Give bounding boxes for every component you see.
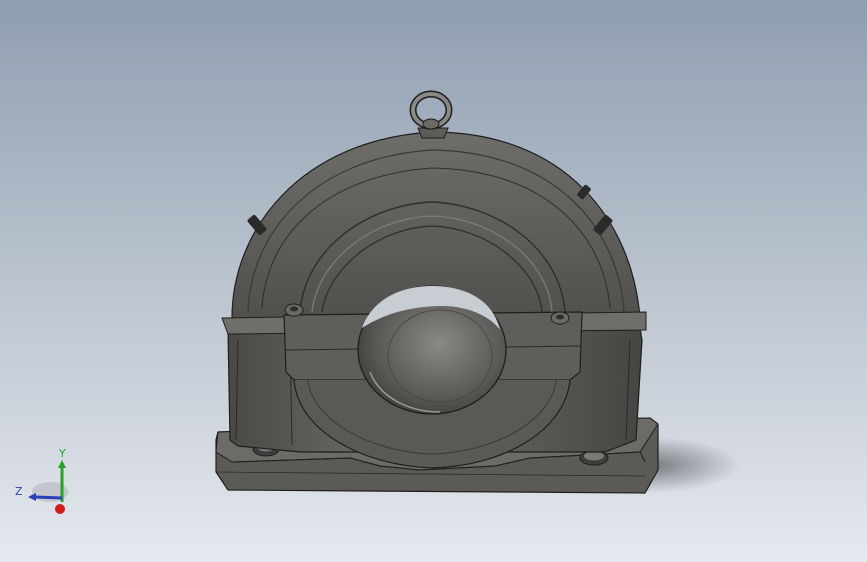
3d-viewport[interactable]: Y Z bbox=[0, 0, 867, 562]
pillow-block-bearing-model[interactable] bbox=[0, 0, 867, 562]
base-bolt-right bbox=[579, 450, 609, 466]
cap-bolt-right bbox=[550, 311, 570, 325]
triad-z-label: Z bbox=[15, 485, 23, 498]
cap-bolt-left bbox=[284, 303, 304, 317]
lifting-eye-bolt[interactable] bbox=[409, 90, 453, 139]
triad-x-axis-point bbox=[55, 504, 65, 514]
triad-z-axis bbox=[33, 495, 63, 500]
view-orientation-triad[interactable]: Y Z bbox=[0, 440, 90, 530]
triad-y-label: Y bbox=[59, 447, 66, 460]
